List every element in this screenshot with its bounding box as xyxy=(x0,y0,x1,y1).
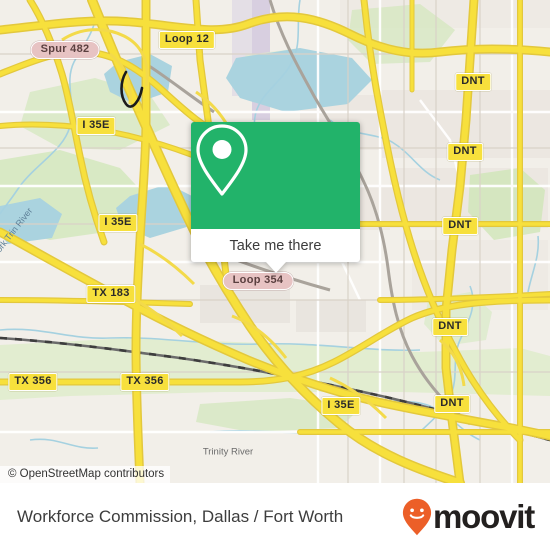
shield-dnt-3[interactable]: DNT xyxy=(442,217,478,235)
location-pin-icon xyxy=(196,124,248,196)
shield-i35e-mid[interactable]: I 35E xyxy=(98,214,138,232)
moovit-smiley-pin-icon xyxy=(402,498,432,535)
map-canvas[interactable]: Spur 482 Loop 12 I 35E I 35E TX 183 TX 356 TX … xyxy=(0,0,550,483)
take-me-there-label: Take me there xyxy=(229,237,322,254)
shield-loop-354[interactable]: Loop 354 xyxy=(222,272,294,290)
shield-tx-356-a[interactable]: TX 356 xyxy=(8,373,58,391)
popup-header xyxy=(191,122,360,229)
shield-dnt-2[interactable]: DNT xyxy=(447,143,483,161)
shield-spur-482[interactable]: Spur 482 xyxy=(30,41,100,59)
shield-tx-356-b[interactable]: TX 356 xyxy=(120,373,170,391)
shield-i35e-bot[interactable]: I 35E xyxy=(321,397,361,415)
location-popup[interactable]: Take me there xyxy=(191,122,360,273)
popup-pointer-tail xyxy=(265,262,286,273)
screenshot-root: Spur 482 Loop 12 I 35E I 35E TX 183 TX 356 TX … xyxy=(0,0,550,550)
page-title: Workforce Commission, Dallas / Fort Wort… xyxy=(17,506,344,526)
shield-dnt-5[interactable]: DNT xyxy=(434,395,470,413)
moovit-wordmark: moovit xyxy=(433,497,535,535)
place-label-trinity-river: Trinity River xyxy=(202,446,254,458)
shield-i35e-top[interactable]: I 35E xyxy=(76,117,116,135)
shield-loop-12[interactable]: Loop 12 xyxy=(158,31,216,49)
take-me-there-button[interactable]: Take me there xyxy=(191,229,360,262)
footer-bar: Workforce Commission, Dallas / Fort Wort… xyxy=(0,483,550,550)
moovit-brand[interactable]: moovit xyxy=(402,497,535,536)
shield-tx-183[interactable]: TX 183 xyxy=(86,285,136,303)
map-attribution[interactable]: © OpenStreetMap contributors xyxy=(0,466,171,483)
shield-dnt-4[interactable]: DNT xyxy=(432,318,468,336)
shield-dnt-1[interactable]: DNT xyxy=(455,73,491,91)
